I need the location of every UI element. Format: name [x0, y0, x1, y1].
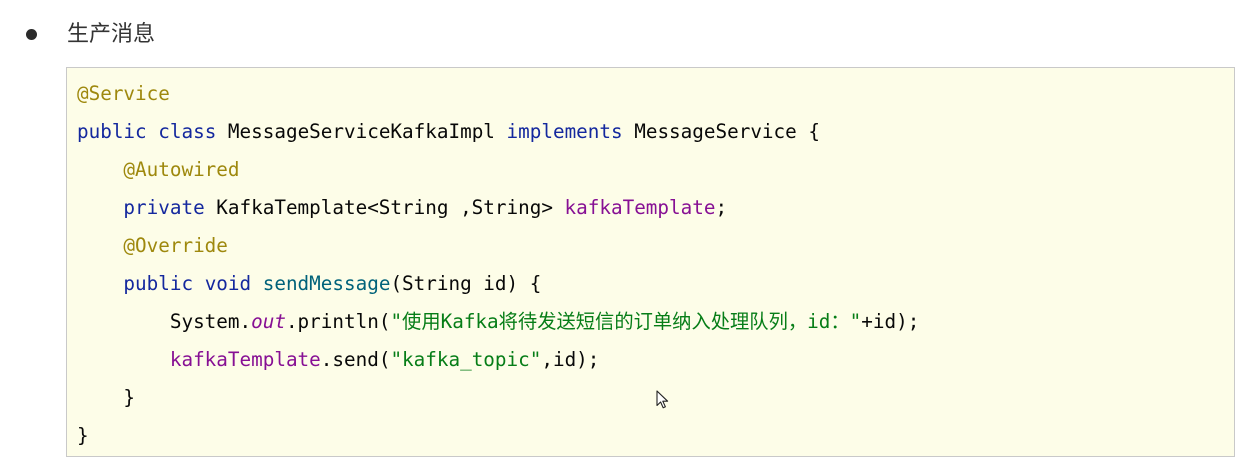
static-field-out: out [251, 310, 286, 333]
code-semicolon: ; [715, 196, 728, 219]
send-args-end: ,id); [541, 348, 600, 371]
keyword-public: public [77, 120, 147, 143]
section-heading: 生产消息 [67, 21, 156, 46]
concat-id: +id); [861, 310, 920, 333]
string-literal-message: "使用Kafka将待发送短信的订单纳入处理队列，id：" [390, 310, 862, 333]
method-send-message: sendMessage [262, 272, 391, 295]
code-line-5: @Override [77, 227, 1224, 265]
code-line-4: private KafkaTemplate<String ,String> ka… [77, 189, 1224, 227]
field-kafka-template: kafkaTemplate [169, 348, 321, 371]
code-block: @Service public class MessageServiceKafk… [66, 67, 1235, 457]
bullet-dot-icon [26, 29, 37, 40]
code-line-7: System. out .println( "使用Kafka将待发送短信的订单纳… [77, 303, 1224, 341]
keyword-implements: implements [506, 120, 623, 143]
code-line-9: } [77, 379, 1224, 417]
code-line-2: public class MessageServiceKafkaImpl imp… [77, 113, 1224, 151]
mouse-pointer-icon [656, 390, 669, 409]
interface-name: MessageService { [622, 120, 820, 143]
annotation-autowired: @Autowired [123, 158, 240, 181]
system-class: System. [169, 310, 252, 333]
class-name: MessageServiceKafkaImpl [216, 120, 507, 143]
field-kafka-template: kafkaTemplate [564, 196, 716, 219]
code-line-8: kafkaTemplate .send( "kafka_topic" ,id); [77, 341, 1224, 379]
keyword-void: void [204, 272, 252, 295]
keyword-class: class [158, 120, 217, 143]
string-literal-topic: "kafka_topic" [390, 348, 542, 371]
code-line-1: @Service [77, 75, 1224, 113]
code-line-3: @Autowired [77, 151, 1224, 189]
class-close-brace: } [77, 424, 89, 447]
code-line-10: } [77, 417, 1224, 455]
method-close-brace: } [123, 386, 136, 409]
annotation-service: @Service [77, 82, 170, 105]
field-type: KafkaTemplate<String ,String> [204, 196, 565, 219]
keyword-public: public [123, 272, 194, 295]
annotation-override: @Override [123, 234, 228, 257]
keyword-private: private [123, 196, 205, 219]
println-call: .println( [285, 310, 391, 333]
method-params: (String id) { [390, 272, 542, 295]
send-call: .send( [320, 348, 391, 371]
code-line-6: public void sendMessage (String id) { [77, 265, 1224, 303]
